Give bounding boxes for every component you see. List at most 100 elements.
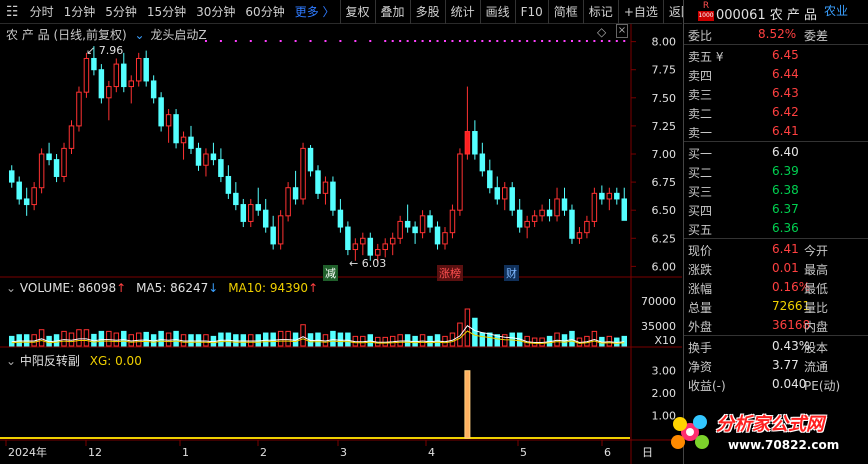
candle-body[interactable]: [494, 187, 501, 200]
overlay-button[interactable]: 叠加: [374, 0, 410, 24]
candle-body[interactable]: [367, 237, 374, 256]
candle-body[interactable]: [165, 114, 172, 127]
candle-body[interactable]: [382, 243, 388, 251]
chevron-down-icon[interactable]: ⌄: [6, 354, 16, 368]
candle-body[interactable]: [472, 131, 478, 155]
candle-body[interactable]: [375, 249, 381, 256]
candle-body[interactable]: [546, 209, 553, 217]
diamond-icon[interactable]: ◇: [597, 25, 606, 39]
candle-body[interactable]: [248, 204, 254, 222]
candle-body[interactable]: [135, 57, 142, 82]
candle-body[interactable]: [457, 153, 463, 211]
candle-body[interactable]: [277, 215, 284, 245]
candle-body[interactable]: [322, 181, 329, 194]
chart-area[interactable]: 8.00 7.75 7.50 7.25 7.00 6.75 6.50 6.25 6.00 7000…: [0, 24, 682, 464]
candle-body[interactable]: [509, 187, 515, 211]
candle-body[interactable]: [389, 237, 396, 245]
candle-body[interactable]: [158, 97, 164, 127]
candle-body[interactable]: [113, 63, 120, 88]
candle-body[interactable]: [225, 175, 232, 194]
candle-body[interactable]: [307, 147, 314, 172]
candle-body[interactable]: [195, 147, 202, 166]
candle-body[interactable]: [606, 192, 613, 200]
candle-body[interactable]: [412, 226, 418, 234]
candle-body[interactable]: [337, 209, 344, 228]
candle-body[interactable]: [561, 198, 568, 211]
candle-body[interactable]: [188, 136, 194, 149]
candle-body[interactable]: [554, 198, 560, 217]
candle-body[interactable]: [210, 153, 217, 161]
candle-body[interactable]: [270, 226, 276, 245]
close-icon[interactable]: ×: [616, 24, 628, 38]
event-tag-finance[interactable]: 财: [504, 265, 519, 281]
candle-body[interactable]: [203, 153, 209, 166]
candle-body[interactable]: [599, 192, 605, 200]
candle-body[interactable]: [576, 232, 583, 239]
simple-frame-button[interactable]: 简框: [547, 0, 583, 24]
more-periods-button[interactable]: 更多 〉: [290, 0, 340, 24]
chevron-down-icon[interactable]: ⌄: [6, 281, 16, 295]
candle-body[interactable]: [121, 63, 127, 88]
candle-body[interactable]: [449, 209, 456, 234]
chevron-down-icon[interactable]: ⌄: [134, 28, 144, 42]
candle-body[interactable]: [31, 187, 37, 206]
kline-chart[interactable]: 8.00 7.75 7.50 7.25 7.00 6.75 6.50 6.25 6.00 7000…: [0, 24, 682, 464]
candle-body[interactable]: [442, 232, 448, 245]
candle-body[interactable]: [98, 69, 105, 99]
candle-body[interactable]: [502, 187, 508, 200]
candle-body[interactable]: [300, 147, 306, 200]
candle-body[interactable]: [23, 198, 30, 206]
candle-body[interactable]: [464, 131, 471, 155]
candle-body[interactable]: [46, 153, 52, 161]
candle-body[interactable]: [285, 187, 291, 217]
candle-body[interactable]: [539, 209, 545, 217]
event-tag-limit-up[interactable]: 涨榜: [437, 265, 463, 281]
candle-body[interactable]: [262, 209, 269, 228]
candle-body[interactable]: [150, 80, 157, 99]
candle-body[interactable]: [128, 80, 134, 88]
candle-body[interactable]: [434, 226, 441, 245]
candle-body[interactable]: [180, 136, 187, 144]
candle-body[interactable]: [173, 114, 179, 144]
industry-link[interactable]: 农业: [824, 2, 848, 19]
candle-body[interactable]: [61, 147, 67, 177]
candle-body[interactable]: [68, 125, 75, 149]
candle-body[interactable]: [38, 153, 45, 189]
candle-body[interactable]: [531, 215, 538, 222]
candle-body[interactable]: [419, 215, 426, 234]
candle-body[interactable]: [397, 220, 403, 239]
candle-body[interactable]: [404, 220, 411, 228]
tab-1min[interactable]: 1分钟: [59, 0, 101, 24]
f10-button[interactable]: F10: [514, 0, 548, 24]
candle-body[interactable]: [427, 215, 433, 228]
candle-body[interactable]: [233, 192, 239, 206]
candle-body[interactable]: [240, 204, 247, 222]
mark-button[interactable]: 标记: [582, 0, 618, 24]
candle-body[interactable]: [345, 226, 351, 251]
fuquan-button[interactable]: 复权: [339, 0, 375, 24]
candle-body[interactable]: [524, 220, 530, 228]
event-tag-reduce[interactable]: 减: [323, 265, 338, 281]
candle-body[interactable]: [8, 170, 15, 183]
candle-body[interactable]: [584, 220, 590, 234]
candle-body[interactable]: [621, 198, 628, 221]
grid-menu-icon[interactable]: ☷: [0, 0, 25, 24]
candle-body[interactable]: [315, 170, 321, 194]
candle-body[interactable]: [569, 209, 575, 239]
candle-body[interactable]: [83, 57, 90, 93]
tab-fenshi[interactable]: 分时: [25, 0, 59, 24]
tab-15min[interactable]: 15分钟: [142, 0, 191, 24]
multi-stock-button[interactable]: 多股: [409, 0, 445, 24]
add-watchlist-button[interactable]: +自选: [617, 0, 663, 24]
candle-body[interactable]: [614, 192, 620, 200]
candle-body[interactable]: [479, 153, 486, 172]
candle-body[interactable]: [218, 159, 224, 177]
tab-60min[interactable]: 60分钟: [240, 0, 289, 24]
candle-body[interactable]: [16, 181, 22, 200]
draw-line-button[interactable]: 画线: [479, 0, 515, 24]
candle-body[interactable]: [143, 57, 149, 82]
candle-body[interactable]: [516, 209, 523, 228]
statistics-button[interactable]: 统计: [444, 0, 480, 24]
candle-body[interactable]: [53, 159, 60, 177]
tab-30min[interactable]: 30分钟: [191, 0, 240, 24]
